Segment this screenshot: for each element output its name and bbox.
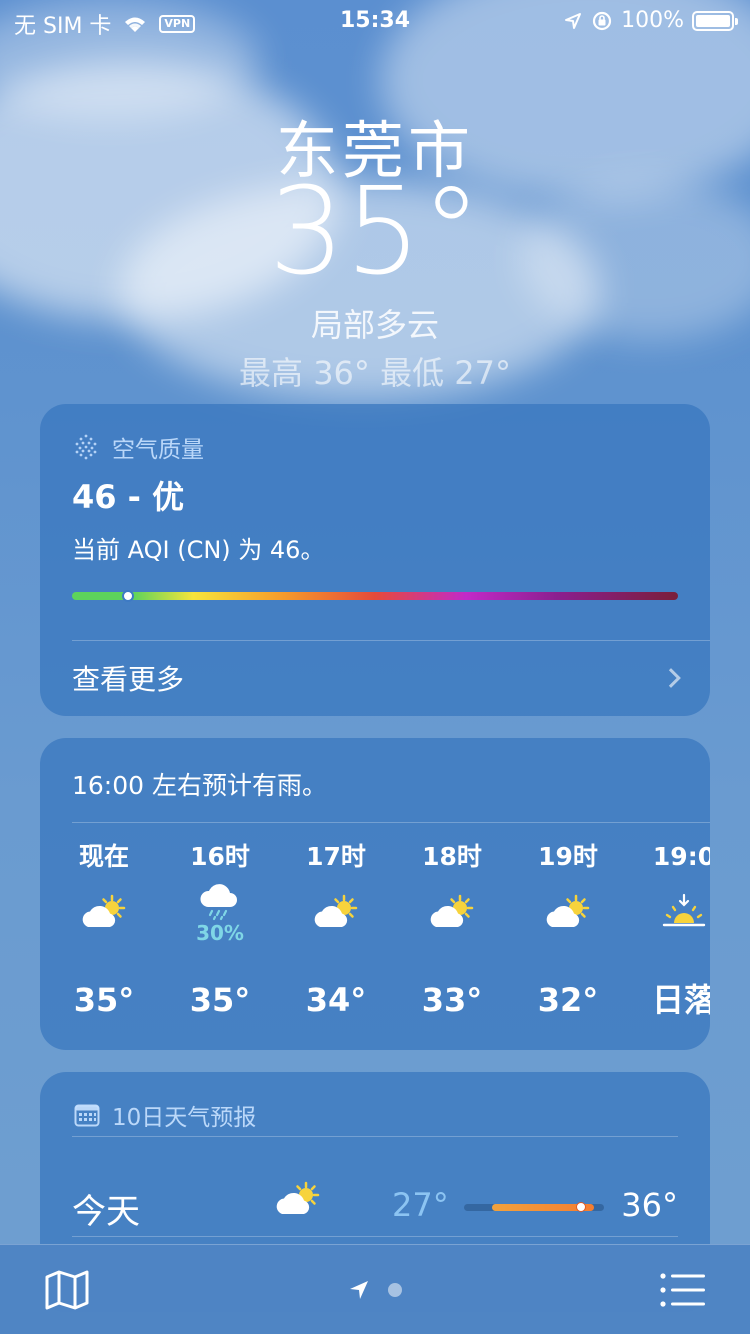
divider	[72, 1136, 678, 1137]
day-name: 今天	[72, 1192, 140, 1232]
rotation-lock-icon	[592, 11, 612, 30]
hourly-item[interactable]: 19:0 日落	[626, 838, 710, 1030]
hourly-item[interactable]: 18时 33°	[394, 838, 510, 1030]
hour-temperature: 33°	[421, 981, 483, 1019]
day-low-temp: 27°	[392, 1186, 449, 1224]
aqi-scale-bar	[72, 590, 678, 602]
hour-temperature: 35°	[189, 981, 251, 1019]
hour-temperature: 34°	[305, 981, 367, 1019]
condition-text: 局部多云	[310, 306, 439, 344]
hour-label: 19:0	[652, 842, 710, 871]
location-arrow-icon	[565, 12, 582, 29]
battery-icon	[692, 10, 738, 31]
air-quality-title: 空气质量	[112, 437, 204, 463]
temperature-range-bar	[464, 1201, 604, 1212]
forecast-day-row[interactable]: 今天 27° 36°	[72, 1152, 678, 1252]
partly-sunny-icon	[46, 876, 162, 950]
city-list-button[interactable]	[660, 1273, 706, 1311]
status-bar: 无 SIM 卡 VPN 15:34 100%	[0, 0, 750, 40]
location-arrow-icon	[350, 1281, 368, 1299]
battery-percent: 100%	[621, 8, 684, 33]
partly-sunny-icon	[278, 876, 394, 950]
hourly-item[interactable]: 现在 35°	[46, 838, 162, 1030]
current-temperature: 35°	[268, 163, 482, 302]
hour-label: 现在	[78, 842, 129, 871]
hour-label: 16时	[190, 842, 250, 871]
hour-label: 19时	[538, 842, 598, 871]
page-indicator[interactable]	[0, 1279, 750, 1301]
hourly-list[interactable]: 现在 35° 16时 30% 35° 17时 34° 18时 33° 19时 32° 19:0 日落	[40, 838, 710, 1038]
partly-sunny-icon	[510, 876, 626, 950]
aqi-description: 当前 AQI (CN) 为 46。	[72, 536, 325, 564]
partly-sunny-icon	[394, 876, 510, 950]
hour-label: 18时	[422, 842, 482, 871]
air-quality-icon	[75, 434, 97, 460]
precipitation-probability: 30%	[196, 921, 244, 945]
see-more-label: 查看更多	[72, 663, 185, 696]
hour-temperature: 32°	[537, 981, 599, 1019]
list-icon	[660, 1273, 705, 1307]
page-dot	[388, 1283, 402, 1297]
hour-temperature: 35°	[73, 981, 135, 1019]
calendar-icon	[74, 1104, 100, 1127]
hourly-item[interactable]: 16时 30% 35°	[162, 838, 278, 1030]
rain-cloud-icon: 30%	[162, 876, 278, 950]
divider	[72, 822, 710, 823]
high-low-text: 最高 36° 最低 27°	[239, 354, 511, 392]
chevron-right-icon	[661, 668, 681, 688]
see-more-button[interactable]: 查看更多	[72, 640, 681, 716]
day-high-temp: 36°	[621, 1186, 678, 1224]
sunset-icon	[626, 876, 710, 950]
rain-forecast-note: 16:00 左右预计有雨。	[72, 771, 327, 800]
bottom-toolbar	[0, 1244, 750, 1334]
hour-temperature: 日落	[651, 981, 710, 1019]
divider	[72, 1236, 678, 1237]
hourly-item[interactable]: 19时 32°	[510, 838, 626, 1030]
air-quality-card[interactable]: 空气质量 46 - 优 当前 AQI (CN) 为 46。 查看更多	[40, 404, 710, 716]
partly-sunny-icon	[272, 1180, 324, 1224]
forecast-title: 10日天气预报	[112, 1105, 257, 1131]
current-temp-dot	[576, 1201, 586, 1212]
aqi-value: 46 - 优	[72, 478, 185, 516]
aqi-indicator-dot	[121, 590, 134, 602]
hour-label: 17时	[306, 842, 366, 871]
hourly-forecast-card[interactable]: 16:00 左右预计有雨。 现在 35° 16时 30% 35° 17时 34° 18时 33°…	[40, 738, 710, 1050]
hourly-item[interactable]: 17时 34°	[278, 838, 394, 1030]
